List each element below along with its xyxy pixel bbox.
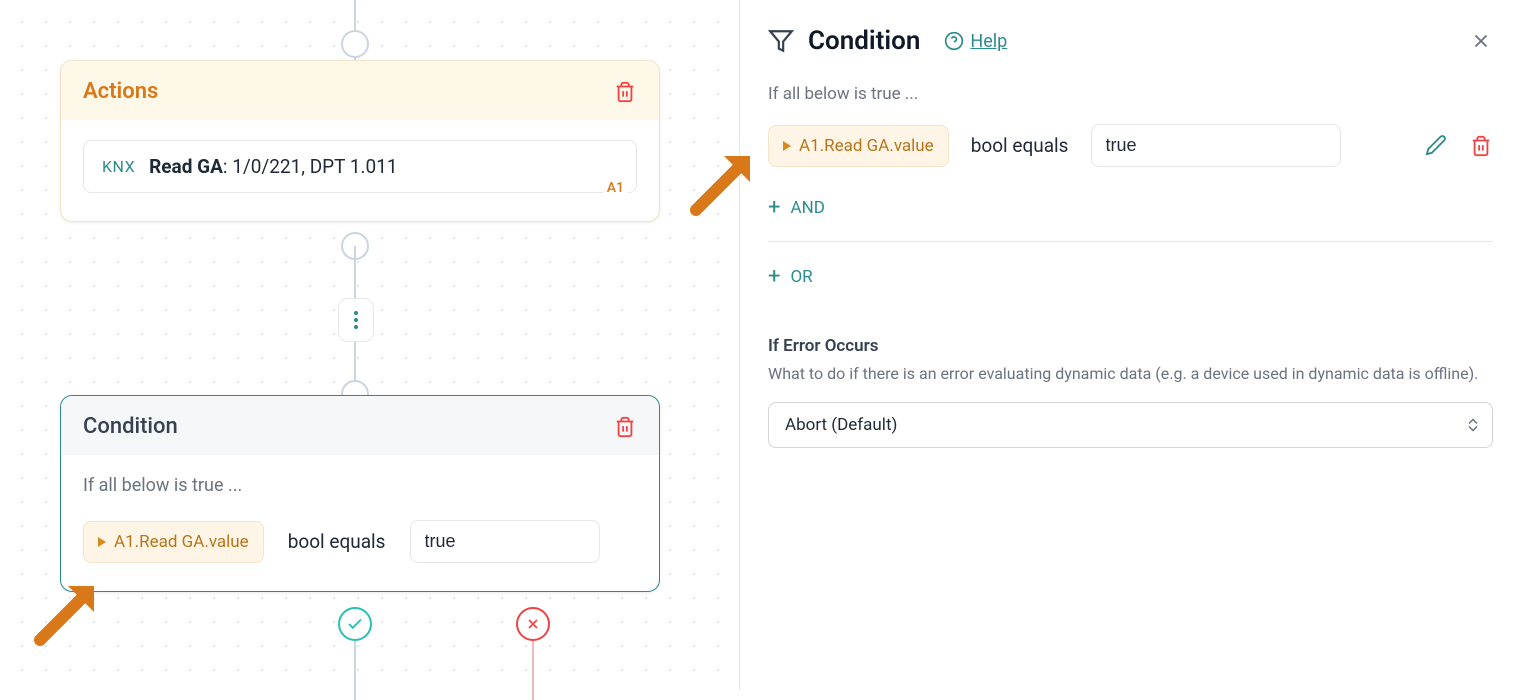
delete-condition-button[interactable] [613, 415, 637, 439]
error-description: What to do if there is an error evaluati… [768, 362, 1493, 386]
plus-icon: + [768, 266, 780, 288]
condition-subtext: If all below is true ... [83, 475, 637, 496]
help-circle-icon [944, 31, 964, 51]
flow-node-top[interactable] [341, 30, 369, 58]
sidebar-header: Condition Help [768, 26, 1493, 56]
vertical-dots-icon [354, 311, 358, 329]
condition-operator[interactable]: bool equals [971, 134, 1069, 157]
help-link[interactable]: Help [944, 31, 1007, 52]
condition-sidebar: Condition Help If all below is true ... … [740, 0, 1521, 690]
actions-title: Actions [83, 79, 158, 104]
delete-condition-row-button[interactable] [1469, 134, 1493, 158]
funnel-icon [768, 28, 794, 54]
x-icon [525, 616, 541, 632]
actions-header: Actions [61, 61, 659, 120]
flow-connector-line-false [532, 640, 534, 700]
edit-condition-button[interactable] [1425, 134, 1447, 156]
action-id-badge: A1 [603, 180, 628, 196]
error-heading: If Error Occurs [768, 336, 1493, 356]
action-protocol-label: KNX [102, 157, 135, 176]
condition-title: Condition [83, 414, 178, 439]
token-text: A1.Read GA.value [114, 532, 249, 552]
trash-icon [1470, 135, 1492, 157]
condition-source-token[interactable]: A1.Read GA.value [768, 125, 949, 167]
flow-connector-line [354, 640, 356, 700]
actions-card[interactable]: Actions KNX Read GA: 1/0/221, DPT 1.011 … [60, 60, 660, 222]
play-triangle-icon [783, 141, 791, 151]
delete-actions-button[interactable] [613, 80, 637, 104]
and-label: AND [790, 198, 824, 218]
select-value: Abort (Default) [785, 415, 897, 435]
check-icon [346, 615, 364, 633]
plus-icon: + [768, 197, 780, 219]
condition-value-input[interactable] [1091, 124, 1341, 167]
token-text: A1.Read GA.value [799, 136, 934, 156]
condition-value-input[interactable] [410, 520, 600, 563]
action-text: Read GA: 1/0/221, DPT 1.011 [149, 155, 397, 178]
close-sidebar-button[interactable] [1469, 30, 1493, 54]
condition-source-token[interactable]: A1.Read GA.value [83, 521, 264, 563]
play-triangle-icon [98, 537, 106, 547]
add-and-condition[interactable]: + AND [768, 189, 1493, 227]
condition-row: A1.Read GA.value bool equals [83, 520, 637, 563]
flow-canvas[interactable]: Actions KNX Read GA: 1/0/221, DPT 1.011 … [0, 0, 740, 690]
divider [768, 241, 1493, 242]
sidebar-condition-row: A1.Read GA.value bool equals [768, 124, 1493, 167]
condition-card[interactable]: Condition If all below is true ... A1.Re… [60, 395, 660, 592]
flow-insert-menu[interactable] [338, 298, 374, 342]
condition-operator[interactable]: bool equals [288, 530, 386, 553]
or-label: OR [790, 267, 812, 287]
pencil-icon [1425, 134, 1447, 156]
add-or-condition[interactable]: + OR [768, 258, 1493, 296]
sidebar-title: Condition [808, 26, 920, 56]
error-handling-section: If Error Occurs What to do if there is a… [768, 336, 1493, 448]
error-action-select[interactable]: Abort (Default) [768, 402, 1493, 448]
condition-header: Condition [61, 396, 659, 455]
trash-icon [614, 81, 636, 103]
select-chevrons-icon [1468, 419, 1478, 432]
help-label: Help [970, 31, 1007, 52]
condition-true-node[interactable] [338, 607, 372, 641]
condition-false-node[interactable] [516, 607, 550, 641]
trash-icon [614, 416, 636, 438]
action-row[interactable]: KNX Read GA: 1/0/221, DPT 1.011 A1 [83, 140, 637, 193]
x-icon [1470, 30, 1492, 52]
sidebar-subtext: If all below is true ... [768, 84, 1493, 104]
